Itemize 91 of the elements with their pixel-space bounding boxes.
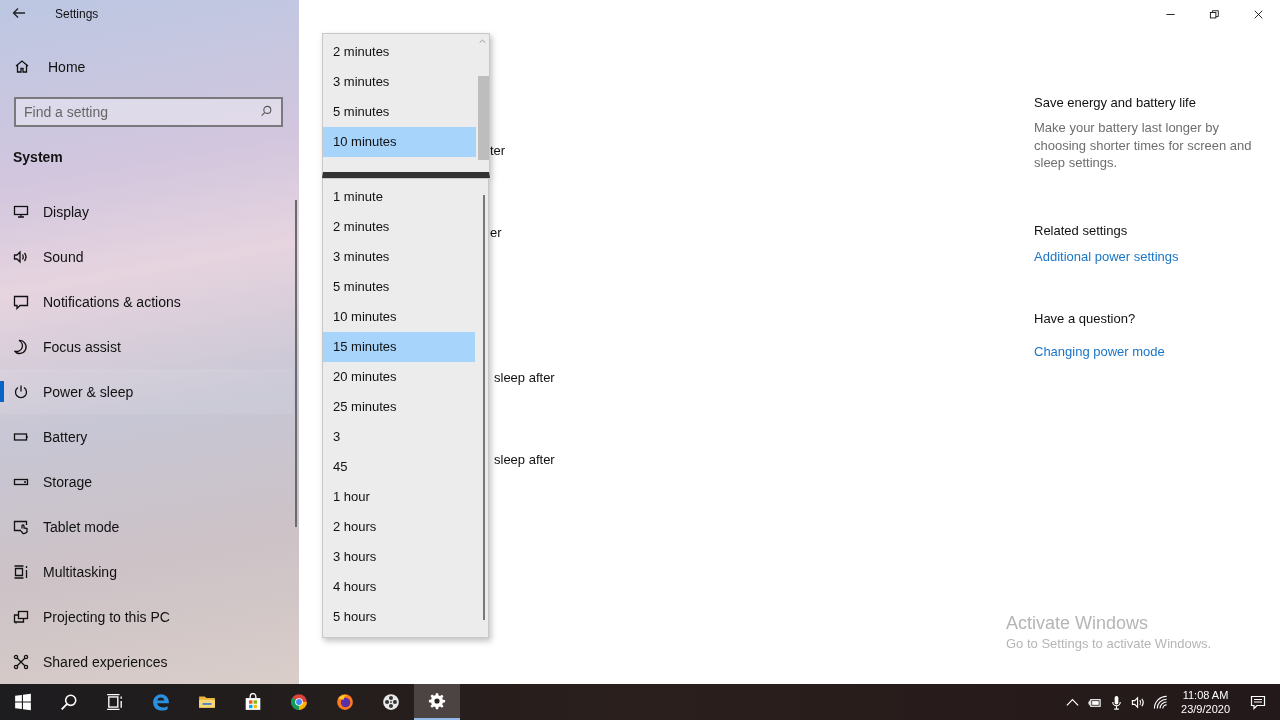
- clock-button[interactable]: 11:08 AM 23/9/2020: [1171, 684, 1236, 720]
- nav-label: Notifications & actions: [43, 293, 181, 310]
- watermark-title: Activate Windows: [1006, 612, 1150, 634]
- dropdown-option[interactable]: 15 minutes: [323, 332, 475, 362]
- taskbar-button[interactable]: [414, 684, 460, 720]
- nav-item[interactable]: Battery: [0, 414, 293, 459]
- section-heading: Related settings: [1034, 221, 1128, 240]
- task-view-icon: [106, 693, 124, 711]
- description-text: Make your battery last longer by choosing shorter times for screen and sleep settings.: [1034, 119, 1253, 172]
- notification-icon: [1250, 694, 1266, 710]
- setting-label: er: [490, 224, 502, 242]
- speech-bubble-icon: [13, 293, 29, 310]
- nav-item[interactable]: Tablet mode: [0, 504, 293, 549]
- film-reel-icon: [382, 693, 400, 711]
- nav-label: Projecting to this PC: [43, 608, 170, 625]
- nav-label: Storage: [43, 473, 93, 490]
- dropdown-option[interactable]: 3: [323, 422, 475, 452]
- dropdown-option[interactable]: 4 hours: [323, 572, 475, 602]
- dropdown-option[interactable]: 20 minutes: [323, 362, 475, 392]
- shopping-bag-icon: [244, 693, 262, 711]
- speaker-icon: [13, 248, 29, 265]
- nav-label: Sound: [43, 248, 84, 265]
- watermark-text: Go to Settings to activate Windows.: [1006, 635, 1213, 653]
- nav-item[interactable]: Projecting to this PC: [0, 594, 293, 639]
- dropdown-option[interactable]: 2 minutes: [323, 37, 476, 67]
- setting-label: sleep after: [494, 369, 555, 387]
- dropdown-option[interactable]: 2 minutes: [323, 212, 475, 242]
- nav-item[interactable]: Notifications & actions: [0, 279, 293, 324]
- shared-experiences-icon: [13, 653, 29, 670]
- nav-item[interactable]: Focus assist: [0, 324, 293, 369]
- close-icon: [1252, 8, 1264, 20]
- nav-item[interactable]: Display: [0, 189, 293, 234]
- dropdown-option[interactable]: 1 hour: [323, 482, 475, 512]
- dropdown-option[interactable]: 10 minutes: [323, 302, 475, 332]
- speaker-icon: [1130, 694, 1146, 710]
- nav-item[interactable]: Power & sleep: [0, 369, 293, 414]
- nav-item[interactable]: Shared experiences: [0, 639, 293, 684]
- search-icon: [60, 693, 78, 711]
- nav-label: Power & sleep: [43, 383, 134, 400]
- nav-label: Battery: [43, 428, 88, 445]
- home-icon: [14, 59, 30, 75]
- scrollbar[interactable]: [295, 200, 297, 527]
- restore-icon: [1208, 8, 1220, 20]
- nav-label: Focus assist: [43, 338, 121, 355]
- moon-icon: [13, 338, 29, 355]
- search-field[interactable]: Find a setting: [14, 97, 283, 127]
- dropdown-option[interactable]: 10 minutes: [323, 127, 476, 157]
- browser-fox-icon: [336, 693, 354, 711]
- setting-label: ter: [490, 142, 506, 160]
- monitor-icon: [13, 203, 29, 220]
- dropdown-option[interactable]: 5 minutes: [323, 272, 475, 302]
- nav-label: Shared experiences: [43, 653, 168, 670]
- multitasking-icon: [13, 563, 29, 580]
- home-label: Home: [48, 59, 86, 75]
- caret-up-icon: [478, 36, 487, 46]
- nav-item[interactable]: Multitasking: [0, 549, 293, 594]
- dropdown-option[interactable]: 3 minutes: [323, 67, 476, 97]
- folder-icon: [198, 693, 216, 711]
- power-icon: [13, 383, 29, 400]
- home-item[interactable]: Home: [14, 55, 114, 79]
- selection-indicator: [0, 381, 4, 402]
- dropdown-option[interactable]: 1 minute: [323, 182, 475, 212]
- dropdown-option[interactable]: 5 minutes: [323, 97, 476, 127]
- tablet-hand-icon: [13, 518, 29, 535]
- scroll-thumb[interactable]: [483, 195, 485, 620]
- projecting-icon: [13, 608, 29, 625]
- dropdown-option[interactable]: 45: [323, 452, 475, 482]
- setting-label: sleep after: [494, 451, 555, 469]
- section-heading: Save energy and battery life: [1034, 94, 1196, 112]
- nav-label: Display: [43, 203, 89, 220]
- nav-label: Tablet mode: [43, 518, 120, 535]
- dropdown-option[interactable]: 3 minutes: [323, 242, 475, 272]
- section-heading: System: [13, 148, 63, 167]
- dropdown-option[interactable]: 3 hours: [323, 542, 475, 572]
- dropdown-option[interactable]: 5 hours: [323, 602, 475, 632]
- link[interactable]: Changing power mode: [1034, 342, 1165, 361]
- dropdown-option[interactable]: 2 hours: [323, 512, 475, 542]
- settings-icon: [428, 692, 446, 710]
- browser-e-icon: [152, 693, 170, 711]
- nav-item[interactable]: Sound: [0, 234, 293, 279]
- dropdown-option[interactable]: 25 minutes: [323, 392, 475, 422]
- wifi-icon: [1152, 694, 1168, 710]
- nav-label: Multitasking: [43, 563, 117, 580]
- nav-item[interactable]: Storage: [0, 459, 293, 504]
- browser-circle-icon: [290, 693, 308, 711]
- windows-logo-icon: [14, 693, 32, 711]
- window-title: Settings: [55, 7, 99, 21]
- link[interactable]: Additional power settings: [1034, 247, 1179, 266]
- section-heading: Have a question?: [1034, 309, 1136, 328]
- search-icon: [260, 105, 273, 118]
- scroll-thumb[interactable]: [478, 76, 489, 160]
